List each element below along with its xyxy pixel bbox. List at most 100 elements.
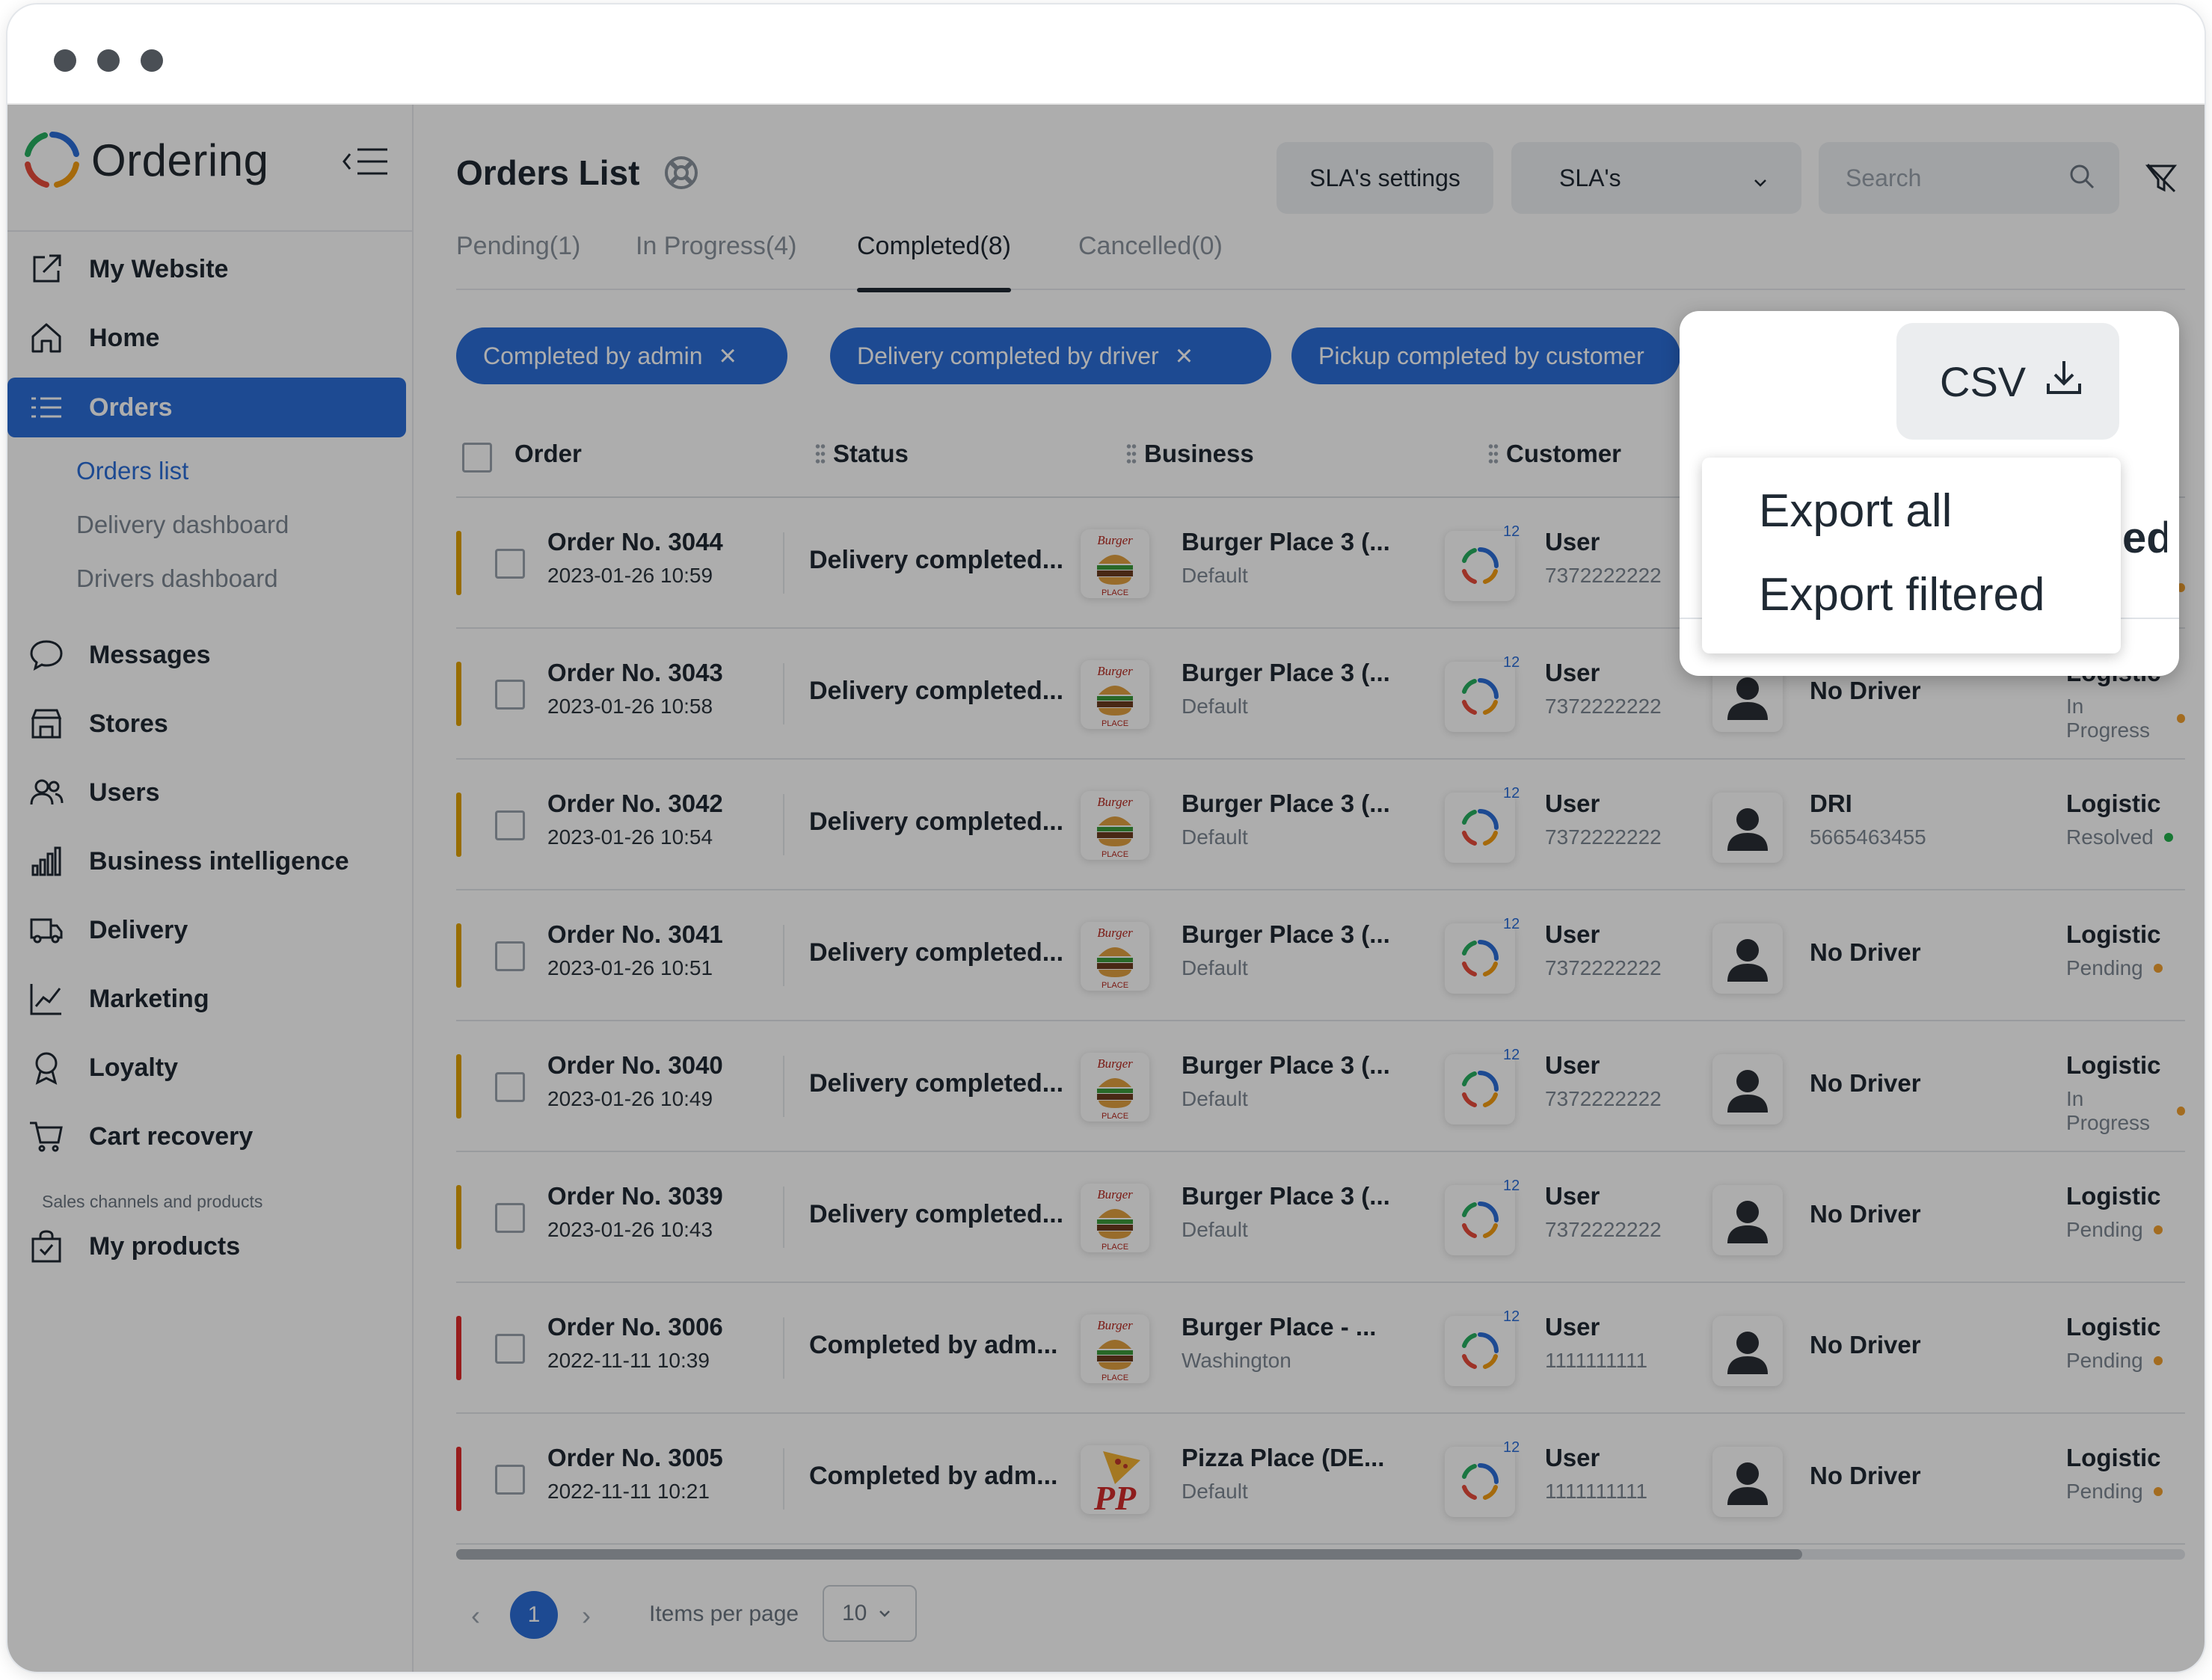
filter-chip[interactable]: Completed by admin ×: [456, 327, 787, 384]
export-filtered-option[interactable]: Export filtered: [1759, 568, 2045, 621]
nav-home[interactable]: Home: [7, 308, 414, 368]
search-input[interactable]: Search: [1819, 142, 2119, 214]
filter-chip[interactable]: Delivery completed by driver ×: [830, 327, 1271, 384]
row-checkbox[interactable]: [495, 941, 525, 971]
order-number[interactable]: Order No. 3039: [547, 1182, 723, 1210]
nav-cart-recovery[interactable]: Cart recovery: [7, 1107, 414, 1166]
order-number[interactable]: Order No. 3044: [547, 528, 723, 556]
order-number[interactable]: Order No. 3043: [547, 659, 723, 687]
sla-settings-button[interactable]: SLA's settings: [1276, 142, 1493, 214]
sla-select[interactable]: SLA's: [1511, 142, 1801, 214]
table-row[interactable]: Order No. 3041 2023-01-26 10:51 Delivery…: [456, 890, 2185, 1021]
table-row[interactable]: Order No. 3040 2023-01-26 10:49 Delivery…: [456, 1021, 2185, 1152]
nav-marketing[interactable]: Marketing: [7, 969, 414, 1029]
col-business-label: Business: [1144, 440, 1254, 467]
col-customer[interactable]: Customer: [1488, 440, 1621, 468]
order-date: 2022-11-11 10:39: [547, 1349, 710, 1372]
place-logo-text: PLACE: [1102, 1373, 1128, 1382]
chip-label: Completed by admin: [483, 342, 703, 369]
row-checkbox[interactable]: [495, 1072, 525, 1102]
award-icon: [27, 1048, 66, 1087]
order-status: Delivery completed...: [809, 677, 1064, 705]
table-row[interactable]: Order No. 3006 2022-11-11 10:39 Complete…: [456, 1283, 2185, 1414]
col-business[interactable]: Business: [1126, 440, 1254, 468]
col-status[interactable]: Status: [815, 440, 909, 468]
business-location: Default: [1182, 1218, 1248, 1241]
export-all-option[interactable]: Export all: [1759, 484, 1952, 538]
tab-pending[interactable]: Pending(1): [456, 232, 580, 290]
status-dot: [2176, 714, 2185, 723]
horizontal-scrollbar[interactable]: [456, 1549, 2185, 1560]
sub-delivery-dashboard[interactable]: Delivery dashboard: [76, 511, 289, 539]
table-row[interactable]: Order No. 3005 2022-11-11 10:21 Complete…: [456, 1414, 2185, 1545]
tab-completed[interactable]: Completed(8): [857, 232, 1011, 292]
sub-drivers-dashboard[interactable]: Drivers dashboard: [76, 564, 278, 593]
customer-avatar: [1445, 1316, 1515, 1386]
order-number[interactable]: Order No. 3005: [547, 1444, 723, 1472]
csv-export-button[interactable]: CSV: [1896, 323, 2119, 440]
home-icon: [27, 319, 66, 357]
nav-delivery[interactable]: Delivery: [7, 900, 414, 960]
order-number[interactable]: Order No. 3040: [547, 1051, 723, 1080]
business-logo: Burger PLACE: [1081, 1053, 1149, 1121]
brand-logo[interactable]: Ordering: [24, 130, 268, 190]
customer-ring-icon: [1462, 1071, 1499, 1107]
customer-name: User: [1545, 1182, 1600, 1210]
nav-orders[interactable]: Orders: [7, 378, 406, 437]
order-number[interactable]: Order No. 3006: [547, 1313, 723, 1341]
tab-cancelled[interactable]: Cancelled(0): [1078, 232, 1223, 290]
driver-avatar: [1712, 1185, 1783, 1255]
chevron-left-icon[interactable]: ‹: [471, 1600, 480, 1631]
close-icon[interactable]: ×: [719, 341, 736, 371]
business-location: Default: [1182, 1480, 1248, 1503]
customer-phone: 7372222222: [1545, 1218, 1662, 1241]
lifebuoy-help-icon[interactable]: [663, 155, 699, 191]
status-color-bar: [456, 923, 461, 988]
scrollbar-thumb[interactable]: [456, 1549, 1802, 1560]
search-icon: [2067, 161, 2097, 197]
nav-business-intelligence[interactable]: Business intelligence: [7, 831, 414, 891]
order-number[interactable]: Order No. 3041: [547, 920, 723, 949]
row-checkbox[interactable]: [495, 1203, 525, 1233]
window-dot-maximize[interactable]: [141, 49, 163, 72]
drag-handle-icon[interactable]: [815, 443, 826, 465]
window-dot-minimize[interactable]: [97, 49, 120, 72]
tab-in-progress[interactable]: In Progress(4): [636, 232, 796, 290]
drag-handle-icon[interactable]: [1488, 443, 1499, 465]
column-divider: [783, 925, 784, 986]
filter-off-icon[interactable]: [2143, 160, 2179, 196]
row-checkbox[interactable]: [495, 810, 525, 840]
nav-my-products[interactable]: My products: [7, 1216, 414, 1276]
chevron-right-icon[interactable]: ›: [582, 1600, 591, 1631]
page-button[interactable]: 1: [510, 1591, 558, 1639]
close-icon[interactable]: ×: [1176, 341, 1193, 371]
section-label: Sales channels and products: [42, 1192, 263, 1211]
nav-messages[interactable]: Messages: [7, 625, 414, 685]
collapse-sidebar-icon[interactable]: [340, 145, 392, 178]
nav-my-website[interactable]: My Website: [7, 239, 414, 299]
burger-logo-text: Burger: [1097, 1187, 1133, 1201]
row-checkbox[interactable]: [495, 549, 525, 579]
row-checkbox[interactable]: [495, 680, 525, 710]
order-number[interactable]: Order No. 3042: [547, 790, 723, 818]
row-checkbox[interactable]: [495, 1334, 525, 1364]
select-all-checkbox[interactable]: [462, 443, 492, 473]
nav-stores[interactable]: Stores: [7, 694, 414, 754]
business-name: Burger Place 3 (...: [1182, 1051, 1390, 1079]
sub-orders-list[interactable]: Orders list: [76, 457, 188, 485]
customer-name: User: [1545, 528, 1600, 556]
nav-users[interactable]: Users: [7, 763, 414, 822]
row-checkbox[interactable]: [495, 1465, 525, 1495]
nav-loyalty[interactable]: Loyalty: [7, 1038, 414, 1098]
table-row[interactable]: Order No. 3039 2023-01-26 10:43 Delivery…: [456, 1152, 2185, 1283]
chevron-down-icon: [1752, 169, 1769, 197]
place-logo-text: PLACE: [1102, 1112, 1128, 1121]
window-dot-close[interactable]: [54, 49, 76, 72]
col-order[interactable]: Order: [514, 440, 582, 468]
order-status: Delivery completed...: [809, 546, 1064, 574]
items-per-page-select[interactable]: 10: [823, 1585, 917, 1642]
table-row[interactable]: Order No. 3042 2023-01-26 10:54 Delivery…: [456, 760, 2185, 890]
col-status-label: Status: [833, 440, 909, 467]
filter-chip[interactable]: Pickup completed by customer: [1291, 327, 1680, 384]
drag-handle-icon[interactable]: [1126, 443, 1137, 465]
